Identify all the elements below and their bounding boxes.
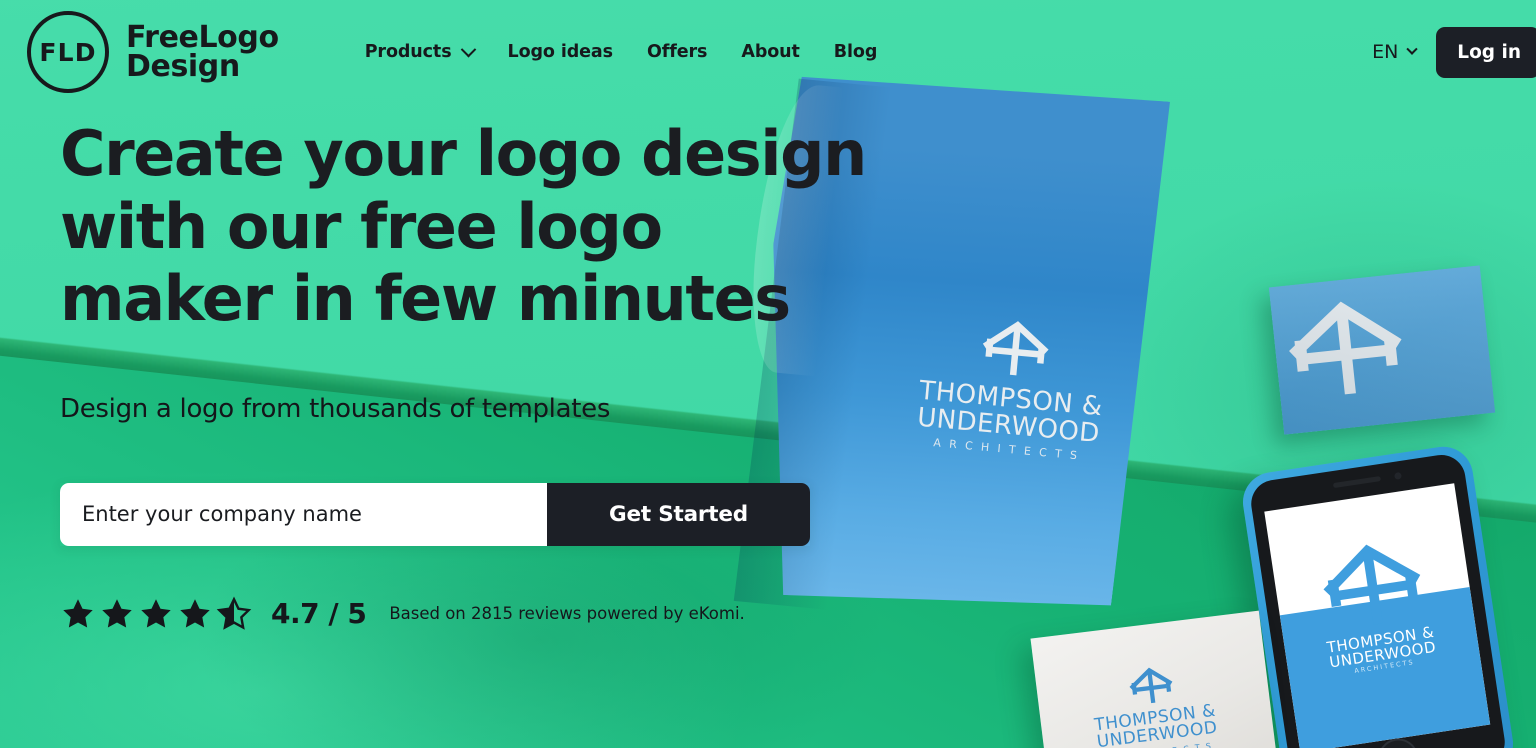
star-filled-icon (141, 598, 171, 628)
business-card-mockup (1268, 265, 1496, 435)
star-half-icon (216, 596, 252, 630)
fld-circle-logo-icon: FLD (27, 11, 109, 93)
rating-section: 4.7 / 5 Based on 2815 reviews powered by… (60, 596, 940, 632)
nav-item-logo-ideas[interactable]: Logo ideas (507, 42, 614, 62)
header-right-group: EN Log in (1372, 26, 1536, 78)
house-architect-icon (1323, 544, 1421, 625)
language-selector-label: EN (1372, 41, 1399, 63)
chevron-down-icon (460, 41, 476, 57)
star-filled-icon (180, 598, 210, 628)
house-architect-icon (982, 321, 1049, 376)
nav-item-about-label: About (741, 42, 800, 62)
nav-item-offers[interactable]: Offers (646, 42, 708, 62)
hero-section: Create your logo design with our free lo… (60, 117, 940, 632)
star-rating (60, 596, 252, 632)
brand-wordmark: FreeLogo Design (126, 19, 279, 84)
star-filled-icon (102, 598, 132, 628)
chevron-down-icon (1406, 43, 1418, 55)
brand-name-line-1: FreeLogo (126, 19, 279, 55)
paper-card-logo-lockup: THOMPSON & UNDERWOOD A R C H I T E C T S (1069, 657, 1239, 748)
hero-headline: Create your logo design with our free lo… (60, 117, 867, 336)
login-button[interactable]: Log in (1436, 26, 1536, 78)
nav-item-blog[interactable]: Blog (834, 42, 878, 62)
house-architect-icon (1289, 301, 1402, 395)
nav-item-offers-label: Offers (646, 42, 708, 62)
company-name-form: Get Started (60, 482, 810, 546)
language-selector[interactable]: EN (1372, 41, 1436, 63)
main-navigation: Products Logo ideas Offers About Blog (364, 41, 878, 62)
rating-reviews-text: Based on 2815 reviews powered by eKomi. (389, 604, 745, 624)
rating-score: 4.7 / 5 (271, 597, 367, 631)
site-header: FLD FreeLogo Design Products Logo ideas … (0, 0, 1536, 104)
brand-name-line-2: Design (126, 49, 240, 84)
star-filled-icon (63, 598, 93, 628)
phone-screen: THOMPSON & UNDERWOOD ARCHITECTS (1264, 483, 1491, 748)
nav-item-blog-label: Blog (833, 42, 878, 62)
nav-item-logo-ideas-label: Logo ideas (507, 42, 614, 62)
nav-item-about[interactable]: About (741, 42, 800, 62)
house-architect-icon (1129, 667, 1173, 704)
nav-item-products[interactable]: Products (364, 41, 476, 62)
get-started-button[interactable]: Get Started (547, 482, 810, 546)
brand-logo-link[interactable]: FLD FreeLogo Design (27, 11, 279, 93)
company-name-input[interactable] (60, 482, 547, 546)
business-card-mark (1280, 286, 1412, 415)
hero-subheadline: Design a logo from thousands of template… (60, 393, 611, 424)
nav-item-products-label: Products (364, 42, 452, 62)
page-root: THOMPSON & UNDERWOOD A R C H I T E C T S (0, 0, 1536, 748)
